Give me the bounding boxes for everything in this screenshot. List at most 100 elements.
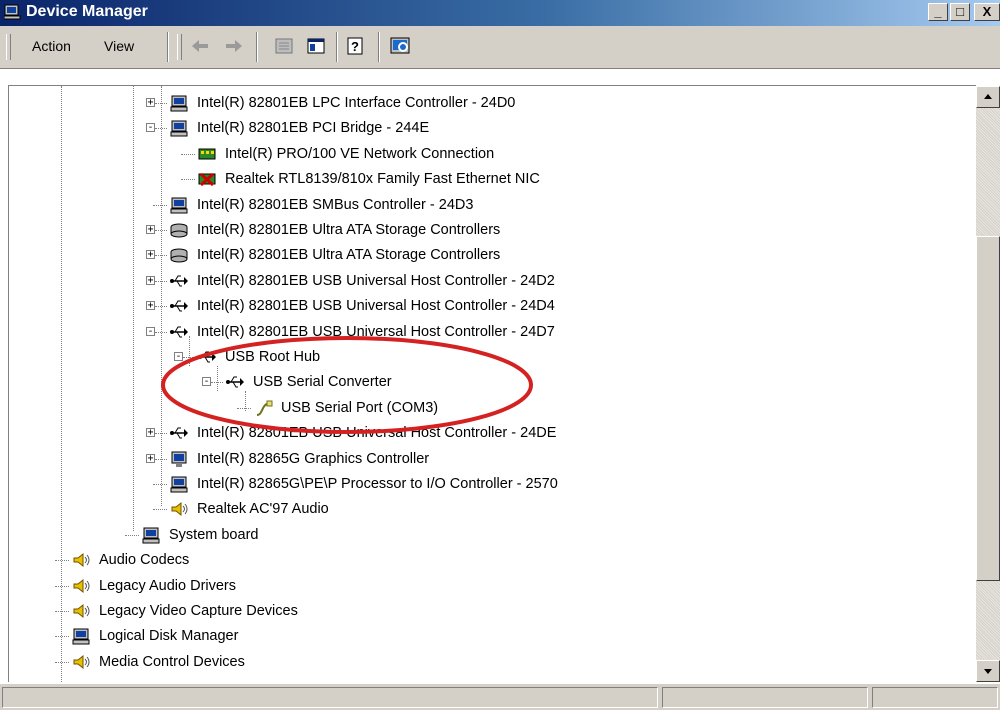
scroll-thumb[interactable] (976, 236, 1000, 581)
tree-item[interactable]: - Intel(R) 82801EB USB Universal Host Con… (9, 321, 969, 343)
speaker-icon (73, 603, 90, 619)
tree-item[interactable]: + Intel(R) 82865G Graphics Controller (9, 448, 969, 470)
tree-item[interactable]: + Intel(R) 82801EB USB Universal Host Con… (9, 270, 969, 292)
tree-item-label: Legacy Video Capture Devices (99, 603, 298, 619)
menu-grip[interactable] (6, 34, 11, 60)
expand-icon[interactable]: + (146, 428, 155, 438)
help-icon[interactable]: ? (344, 35, 368, 57)
tree-connector (183, 357, 195, 358)
usb-icon (170, 326, 188, 338)
close-button[interactable]: X (974, 3, 1000, 21)
tree-item-label: Realtek AC'97 Audio (197, 501, 329, 517)
collapse-icon[interactable]: - (174, 352, 183, 362)
tree-item[interactable]: System board (9, 524, 969, 546)
tree-item[interactable]: + Intel(R) 82801EB USB Universal Host Con… (9, 295, 969, 317)
tree-item[interactable]: + Intel(R) 82801EB Ultra ATA Storage Cont… (9, 219, 969, 241)
usb-icon (170, 427, 188, 439)
vertical-scrollbar[interactable] (976, 86, 1000, 682)
tree-item[interactable]: Realtek RTL8139/810x Family Fast Etherne… (9, 168, 969, 190)
tree-connector (181, 179, 195, 180)
expand-icon[interactable]: + (146, 98, 155, 108)
status-panel-main (2, 687, 658, 708)
status-panel-right (872, 687, 998, 708)
tree-item-label: Audio Codecs (99, 552, 190, 568)
expand-icon[interactable]: + (146, 454, 155, 464)
speaker-icon (73, 578, 90, 594)
tree-item-label: Media Control Devices (99, 654, 245, 670)
console-tree-icon[interactable] (304, 35, 328, 57)
device-tree[interactable]: + Intel(R) 82801EB LPC Interface Controll… (8, 85, 976, 682)
tree-item-label: Intel(R) 82801EB USB Universal Host Cont… (197, 324, 555, 340)
collapse-icon[interactable]: - (146, 123, 155, 133)
scroll-down-button[interactable] (976, 660, 1000, 682)
expand-icon[interactable]: + (146, 301, 155, 311)
computer-icon (142, 527, 160, 544)
display-icon (171, 451, 187, 467)
svg-text:?: ? (351, 39, 359, 54)
tree-item[interactable]: Legacy Audio Drivers (9, 575, 969, 597)
tree-item[interactable]: Legacy Video Capture Devices (9, 600, 969, 622)
toolbar-grip[interactable] (177, 34, 182, 60)
computer-icon (170, 95, 188, 112)
toolbar-separator (336, 32, 338, 62)
tree-connector (155, 459, 167, 460)
tree-connector (155, 103, 167, 104)
speaker-icon (171, 501, 188, 517)
tree-item-label: Intel(R) 82801EB PCI Bridge - 244E (197, 120, 430, 136)
disk-controller-icon (170, 248, 188, 263)
expand-icon[interactable]: + (146, 250, 155, 260)
tree-item[interactable]: Intel(R) 82865G\PE\P Processor to I/O Co… (9, 473, 969, 495)
tree-item[interactable]: Media Control Devices (9, 651, 969, 673)
collapse-icon[interactable]: - (146, 327, 155, 337)
status-bar (0, 683, 1000, 710)
scroll-up-button[interactable] (976, 86, 1000, 108)
tree-item[interactable]: + Intel(R) 82801EB USB Universal Host Con… (9, 422, 969, 444)
tree-item-label: Intel(R) 82801EB SMBus Controller - 24D3 (197, 197, 474, 213)
usb-icon (226, 376, 244, 388)
scan-hardware-icon[interactable] (388, 35, 412, 57)
network-card-disabled-icon (198, 172, 216, 187)
tree-item-label: USB Serial Port (COM3) (281, 400, 439, 416)
properties-icon[interactable] (272, 35, 296, 57)
tree-connector (155, 230, 167, 231)
tree-item-label: System board (169, 527, 259, 543)
tree-connector (153, 205, 167, 206)
tree-item[interactable]: Audio Codecs (9, 549, 969, 571)
forward-icon[interactable] (222, 35, 246, 57)
menu-view[interactable]: View (104, 38, 134, 54)
tree-item[interactable]: Realtek AC'97 Audio (9, 498, 969, 520)
tree-item[interactable]: + Intel(R) 82801EB Ultra ATA Storage Cont… (9, 244, 969, 266)
tree-item[interactable]: + Intel(R) 82801EB LPC Interface Controll… (9, 92, 969, 114)
expand-icon[interactable]: + (146, 225, 155, 235)
tree-connector (153, 509, 167, 510)
tree-item-label: Intel(R) 82801EB USB Universal Host Cont… (197, 298, 555, 314)
tree-item-label: Intel(R) 82865G Graphics Controller (197, 451, 430, 467)
menu-action[interactable]: Action (32, 38, 71, 54)
serial-port-icon (256, 400, 273, 416)
tree-connector (55, 586, 69, 587)
tree-item[interactable]: USB Serial Port (COM3) (9, 397, 969, 419)
back-icon[interactable] (188, 35, 212, 57)
tree-connector (211, 382, 223, 383)
tree-connector (153, 484, 167, 485)
tree-item[interactable]: Intel(R) 82801EB SMBus Controller - 24D3 (9, 194, 969, 216)
tree-item[interactable]: - Intel(R) 82801EB PCI Bridge - 244E (9, 117, 969, 139)
usb-icon (198, 351, 216, 363)
tree-connector (125, 535, 139, 536)
toolbar-separator (256, 32, 258, 62)
menu-view-label: View (104, 38, 135, 54)
tree-connector (55, 636, 69, 637)
title-bar[interactable]: Device Manager _ □ X (0, 0, 1000, 26)
maximize-button[interactable]: □ (950, 3, 970, 21)
tree-item[interactable]: Logical Disk Manager (9, 625, 969, 647)
usb-icon (170, 300, 188, 312)
tree-item[interactable]: - USB Root Hub (9, 346, 969, 368)
tree-item[interactable]: - USB Serial Converter (9, 371, 969, 393)
collapse-icon[interactable]: - (202, 377, 211, 387)
expand-icon[interactable]: + (146, 276, 155, 286)
tree-connector (237, 408, 251, 409)
tree-item[interactable]: Intel(R) PRO/100 VE Network Connection (9, 143, 969, 165)
tree-connector (55, 611, 69, 612)
minimize-button[interactable]: _ (928, 3, 948, 21)
tree-item-label: Intel(R) 82865G\PE\P Processor to I/O Co… (197, 476, 558, 492)
